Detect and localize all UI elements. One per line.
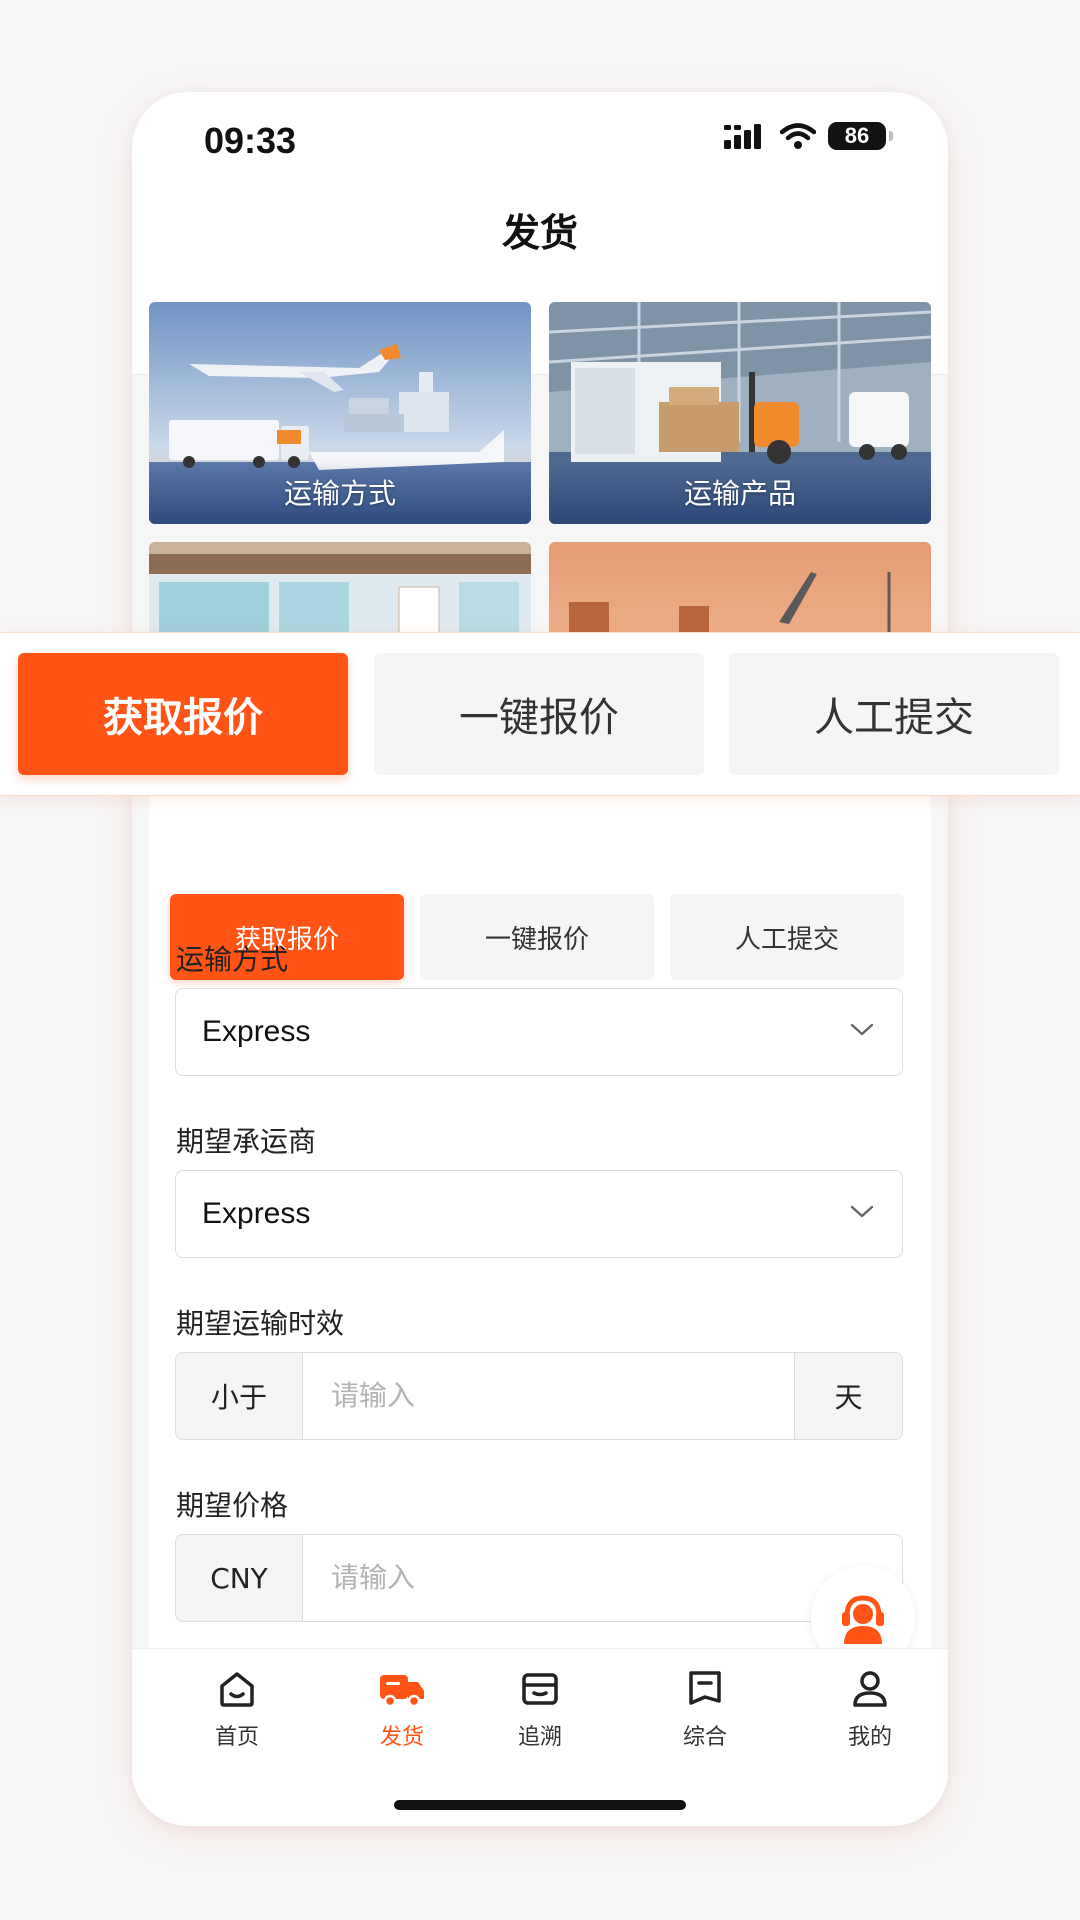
tile-label: 运输方式	[283, 477, 396, 510]
truck-icon	[380, 1675, 424, 1708]
tile-transport-product[interactable]: 运输产品	[549, 302, 931, 524]
bookmark-icon	[689, 1671, 721, 1705]
chevron-down-icon	[850, 1023, 874, 1036]
tab-home[interactable]: 首页	[177, 1667, 297, 1751]
required-mark: *	[296, 943, 311, 976]
price-label: 期望价格	[176, 1489, 289, 1522]
home-indicator	[394, 1800, 686, 1810]
duration-input[interactable]: 请输入	[303, 1353, 794, 1439]
get-quote-button-zoomed[interactable]: 获取报价	[18, 653, 348, 775]
price-input-group: CNY 请输入	[175, 1534, 903, 1622]
tab-general[interactable]: 综合	[645, 1667, 765, 1751]
phone-screen: 09:33 86 发货 运输方式 运输产品 获取报价 一键报价 人工提交 运输方…	[132, 92, 948, 1826]
tile-transport-method[interactable]: 运输方式	[149, 302, 531, 524]
tab-ship[interactable]: 发货	[342, 1667, 462, 1751]
transport-method-label-text: 运输方式	[176, 943, 289, 976]
tab-home-label: 首页	[214, 1725, 259, 1750]
battery-indicator: 86	[828, 122, 893, 150]
chevron-down-icon	[850, 1205, 874, 1218]
price-prefix: CNY	[176, 1535, 303, 1621]
tile-label: 运输产品	[683, 477, 796, 510]
duration-label: 期望运输时效	[176, 1307, 345, 1340]
carrier-select[interactable]: Express	[175, 1170, 903, 1258]
wallet-icon	[522, 1673, 558, 1705]
tab-trace[interactable]: 追溯	[480, 1667, 600, 1751]
segment-zoom-overlay: 获取报价 一键报价 人工提交	[0, 632, 1080, 796]
one-click-quote-button-zoomed[interactable]: 一键报价	[374, 653, 704, 775]
transport-method-value: Express	[202, 1015, 311, 1048]
duration-input-group: 小于 请输入 天	[175, 1352, 903, 1440]
one-click-quote-tab[interactable]: 一键报价	[420, 894, 654, 980]
page-title: 发货	[501, 211, 578, 255]
manual-submit-button-zoomed[interactable]: 人工提交	[729, 653, 1059, 775]
carrier-label: 期望承运商	[176, 1125, 317, 1158]
status-bar: 09:33 86	[132, 92, 948, 192]
transport-method-select[interactable]: Express	[175, 988, 903, 1076]
manual-submit-tab[interactable]: 人工提交	[670, 894, 904, 980]
signal-icon	[724, 124, 761, 149]
tab-general-label: 综合	[682, 1725, 727, 1750]
duration-suffix: 天	[794, 1353, 902, 1439]
carrier-value: Express	[202, 1197, 311, 1230]
transport-method-label: 运输方式 *	[176, 938, 310, 978]
headset-icon	[842, 1595, 884, 1644]
wifi-icon	[780, 123, 816, 149]
tab-mine[interactable]: 我的	[810, 1667, 930, 1751]
duration-prefix: 小于	[176, 1353, 303, 1439]
user-icon	[853, 1671, 887, 1707]
home-icon	[220, 1672, 254, 1707]
tab-ship-label: 发货	[379, 1725, 424, 1750]
tab-mine-label: 我的	[847, 1725, 892, 1750]
tab-trace-label: 追溯	[517, 1725, 562, 1750]
status-time: 09:33	[204, 120, 297, 161]
status-icons: 86	[724, 122, 893, 150]
